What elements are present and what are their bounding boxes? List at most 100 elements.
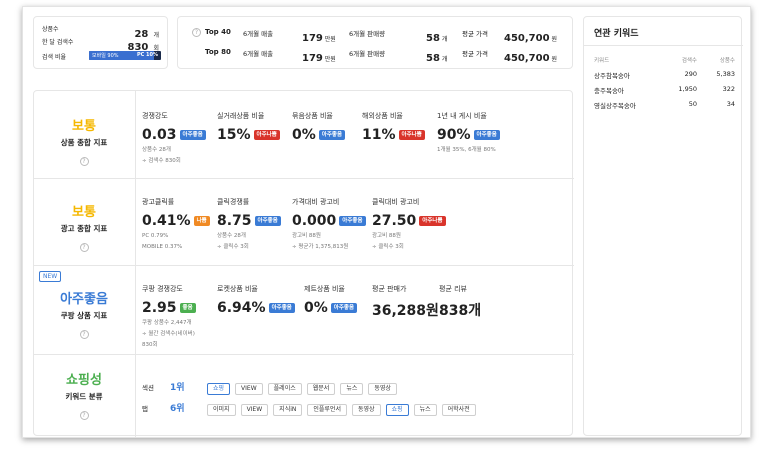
- metric-sub: ÷ 평균가 1,375,813원: [292, 244, 349, 250]
- metric-item: 실거래상품 비율 15% 아주나쁨: [217, 111, 280, 143]
- category-chip[interactable]: 어학사전: [441, 404, 476, 416]
- category-chip[interactable]: 뉴스: [413, 404, 437, 416]
- category-chip[interactable]: 쇼핑: [207, 383, 231, 395]
- sales-label: 6개월 매출: [243, 50, 274, 58]
- metric-value: 0% 아주좋음: [292, 127, 346, 143]
- metric-item: 쿠팡 경쟁강도 2.95 좋음 쿠팡 상품수 2,447개 ÷ 월간 검색수(네이버) 8…: [142, 284, 196, 349]
- help-icon[interactable]: ?: [79, 330, 89, 339]
- keyword-cell[interactable]: 상주참복숭아: [594, 70, 630, 80]
- category-chip[interactable]: 플레이스: [267, 383, 302, 395]
- grade-title: 광고 종합 지표: [60, 224, 108, 233]
- metric-item: 경쟁강도 0.03 아주좋음 상품수 28개 ÷ 검색수 830회: [142, 111, 206, 165]
- sales-value: 179 만원: [302, 53, 336, 64]
- sales-label: 6개월 매출: [243, 30, 274, 38]
- top-stats-card: ? Top 40 6개월 매출 179 만원 6개월 판매량 58 개 평균 가격 450,7…: [177, 16, 573, 69]
- pc-ratio-label: PC 10%: [136, 52, 158, 58]
- grade-title: 상품 종합 지표: [60, 138, 108, 147]
- table-row[interactable]: 영실상주복숭아 50 34: [594, 100, 735, 115]
- metric-sub: PC 0.79%: [142, 233, 169, 239]
- metric-value: 90% 아주좋음: [437, 127, 500, 143]
- metric-label: 평균 리뷰: [439, 285, 467, 293]
- metric-label: 쿠팡 경쟁강도: [142, 285, 183, 293]
- metric-value: 0.41% 나쁨: [142, 213, 210, 229]
- monthly-search-label: 한 달 검색수: [42, 39, 74, 46]
- grade-block: 보통상품 종합 지표?: [34, 115, 134, 167]
- price-value: 450,700 원: [504, 53, 557, 64]
- table-row[interactable]: 충주복숭아 1,950 322: [594, 85, 735, 100]
- metric-label: 평균 판매가: [372, 285, 407, 293]
- grade-block: 아주좋음 쿠팡 상품 지표?: [34, 288, 134, 340]
- metric-label: 로켓상품 비율: [217, 285, 258, 293]
- keyword-cell[interactable]: 영실상주복숭아: [594, 100, 636, 110]
- metric-label: 실거래상품 비율: [217, 112, 265, 120]
- qty-value: 58 개: [426, 53, 448, 64]
- category-chip[interactable]: VIEW: [240, 404, 269, 416]
- help-icon[interactable]: ?: [79, 243, 89, 252]
- top-row: Top 80 6개월 매출 179 만원 6개월 판매량 58 개 평균 가격 450,70…: [178, 46, 574, 64]
- metric-label: 클릭대비 광고비: [372, 198, 420, 206]
- metric-value: 15% 아주나쁨: [217, 127, 280, 143]
- chip-row: 섹션 1위 쇼핑 VIEW 플레이스 웹문서 뉴스 동영상: [142, 375, 562, 395]
- chip-row-label: 섹션: [142, 384, 154, 392]
- mobile-ratio-label: 모바일 90%: [92, 53, 119, 59]
- header-products: 상품수: [719, 58, 735, 64]
- status-badge: 아주좋음: [179, 130, 206, 140]
- grade-block: 쇼핑성키워드 분류?: [34, 369, 134, 421]
- metric-item: 묶음상품 비율 0% 아주좋음: [292, 111, 346, 143]
- new-badge: NEW: [39, 271, 62, 282]
- search-cell: 1,950: [678, 85, 697, 93]
- category-chip[interactable]: VIEW: [235, 383, 263, 395]
- table-row[interactable]: 상주참복숭아 290 5,383: [594, 70, 735, 85]
- grade-title: 키워드 분류: [65, 392, 103, 401]
- metric-sub: ÷ 클릭수 3회: [372, 244, 404, 250]
- related-keywords-title: 연관 키워드: [594, 29, 639, 39]
- header-keyword: 키워드: [594, 58, 610, 64]
- top-row: ? Top 40 6개월 매출 179 만원 6개월 판매량 58 개 평균 가격 450,7…: [178, 26, 574, 44]
- metric-item: 제트상품 비율 0% 아주좋음: [304, 284, 358, 316]
- metric-item: 평균 판매가 36,288원: [372, 284, 439, 320]
- metric-value: 6.94% 아주좋음: [217, 300, 295, 316]
- category-chip[interactable]: 동영상: [368, 383, 397, 395]
- metric-value: 2.95 좋음: [142, 300, 196, 316]
- grade-label: 쇼핑성: [66, 373, 102, 388]
- keyword-cell[interactable]: 충주복숭아: [594, 85, 624, 95]
- metric-sub: 상품수 28개: [142, 147, 171, 153]
- metric-item: 1년 내 게시 비율 90% 아주좋음 1개월 35%, 6개월 80%: [437, 111, 500, 154]
- category-chip[interactable]: 동영상: [351, 404, 381, 416]
- help-wrap: ?: [34, 234, 134, 253]
- metric-item: 가격대비 광고비 0.000 아주좋음 광고비 88원 ÷ 평균가 1,375,813원: [292, 197, 366, 251]
- grade-label: 보통: [72, 119, 96, 134]
- help-icon[interactable]: ?: [79, 157, 89, 166]
- metric-label: 광고클릭률: [142, 198, 175, 206]
- status-badge: 아주좋음: [254, 216, 281, 226]
- metric-label: 묶음상품 비율: [292, 112, 333, 120]
- category-chip[interactable]: 지식iN: [273, 404, 303, 416]
- chip-row: 탭 6위 이미지 VIEW 지식iN 인플루언서 동영상 쇼핑 뉴스 어학사전: [142, 396, 562, 416]
- grade-block: 보통광고 종합 지표?: [34, 201, 134, 253]
- metric-sub: ÷ 검색수 830회: [142, 158, 181, 164]
- status-badge: 아주좋음: [330, 303, 358, 313]
- metric-label: 클릭경쟁률: [217, 198, 250, 206]
- status-badge: 아주좋음: [473, 130, 500, 140]
- category-chip[interactable]: 인플루언서: [307, 404, 347, 416]
- sales-value: 179 만원: [302, 33, 336, 44]
- metric-sub: 830회: [142, 342, 158, 348]
- search-cell: 290: [684, 70, 697, 78]
- help-icon[interactable]: ?: [79, 411, 89, 420]
- metric-item: 광고클릭률 0.41% 나쁨 PC 0.79% MOBILE 0.37%: [142, 197, 210, 251]
- status-badge: 아주나쁨: [253, 130, 280, 140]
- products-cell: 34: [726, 100, 735, 108]
- metric-value: 27.50 아주나쁨: [372, 213, 446, 229]
- category-chip[interactable]: 웹문서: [306, 383, 336, 395]
- category-chip[interactable]: 뉴스: [340, 383, 364, 395]
- chip-row-label: 탭: [142, 405, 148, 413]
- help-wrap: ?: [34, 148, 134, 167]
- related-keywords-table: 키워드 검색수 상품수 상주참복숭아 290 5,383 충주복숭아 1,950 322 영실상주…: [594, 56, 735, 115]
- metric-label: 경쟁강도: [142, 112, 168, 120]
- grade-label: 보통: [72, 205, 96, 220]
- metric-item: 클릭경쟁률 8.75 아주좋음 상품수 28개 ÷ 클릭수 3회: [217, 197, 281, 251]
- category-chip[interactable]: 쇼핑: [385, 404, 409, 416]
- price-value: 450,700 원: [504, 33, 557, 44]
- category-chip[interactable]: 이미지: [207, 404, 236, 416]
- qty-label: 6개월 판매량: [349, 50, 386, 58]
